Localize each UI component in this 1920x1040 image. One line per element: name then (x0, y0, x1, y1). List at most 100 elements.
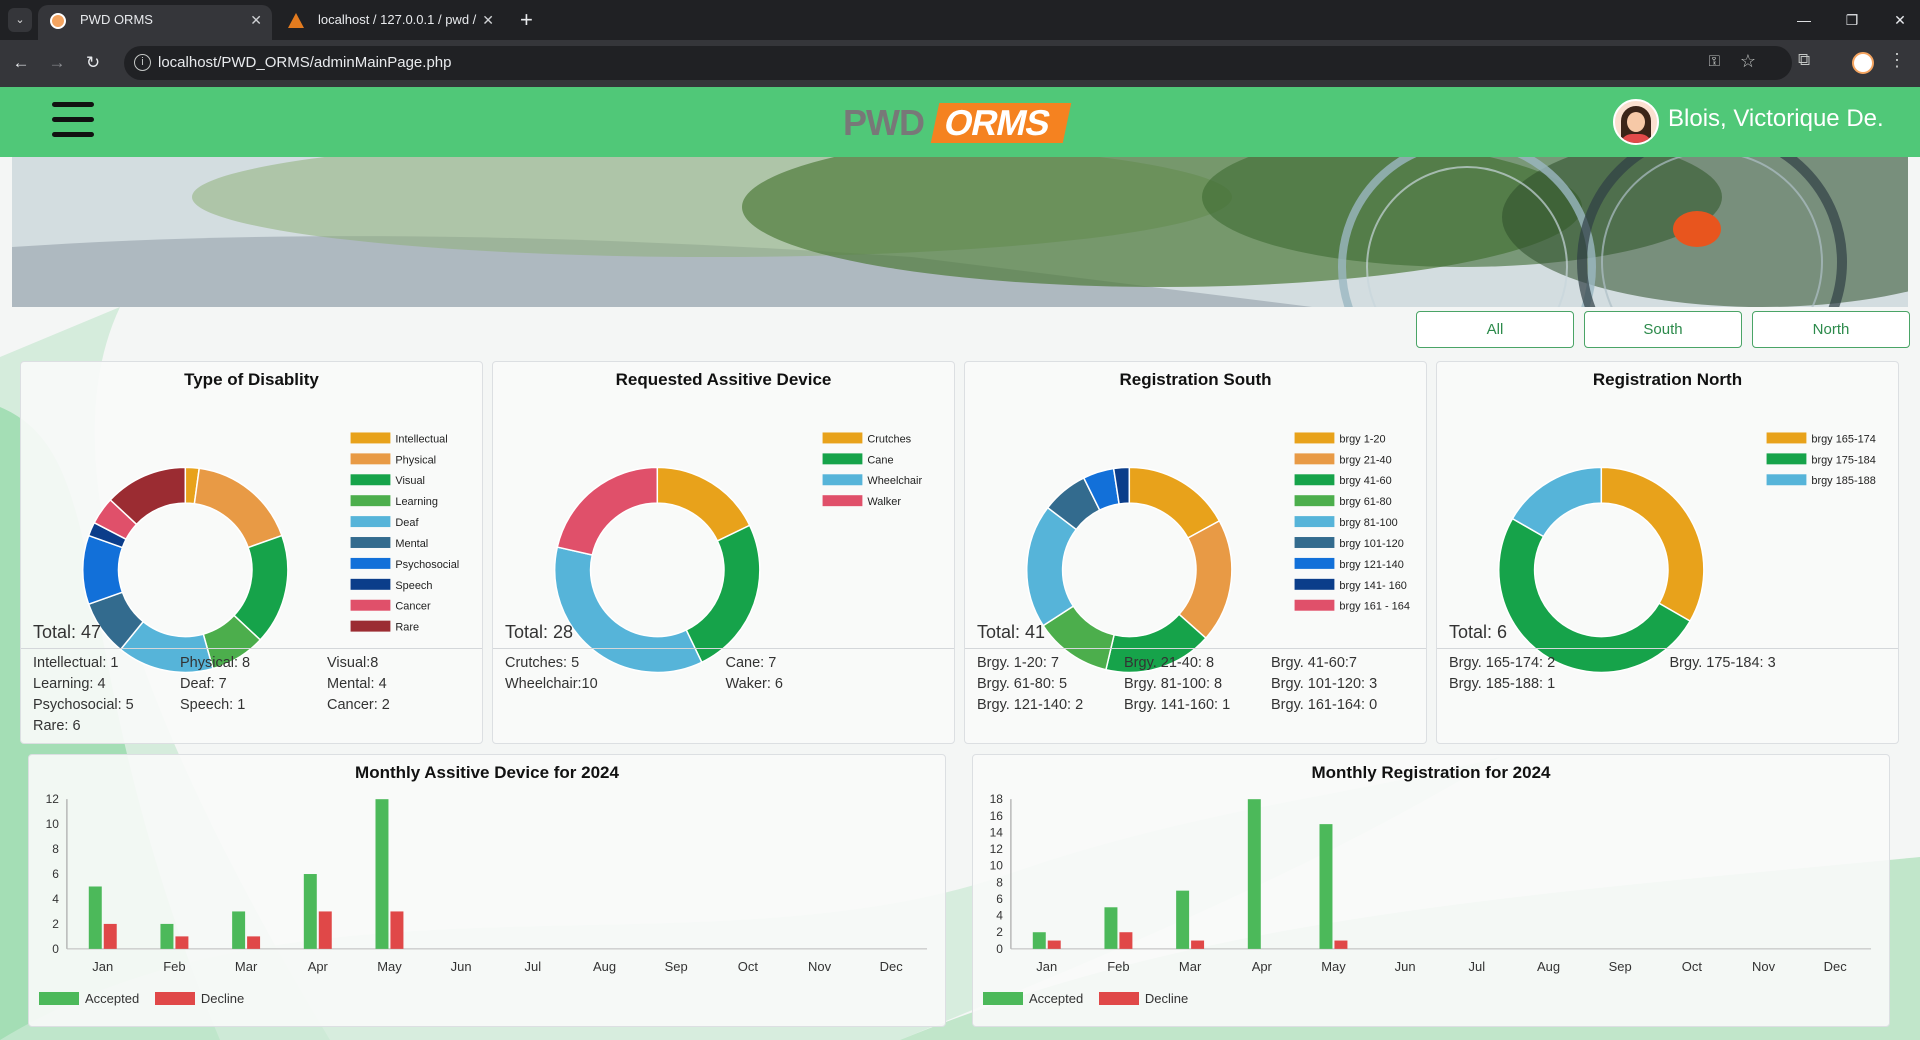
x-tick-label: Dec (1824, 959, 1848, 974)
divider (965, 648, 1426, 649)
restore-icon[interactable]: ❐ (1832, 6, 1872, 34)
browser-chrome: ⌄ PWD ORMS ✕ localhost / 127.0.0.1 / pwd… (0, 0, 1920, 87)
bar-decline[interactable] (318, 911, 332, 949)
x-tick-label: Nov (1752, 959, 1776, 974)
x-tick-label: Dec (880, 959, 904, 974)
close-tab-icon[interactable]: ✕ (482, 5, 494, 35)
tab-search-button[interactable]: ⌄ (8, 8, 32, 32)
filter-south-button[interactable]: South (1584, 311, 1742, 348)
tab-title: localhost / 127.0.0.1 / pwd / us (318, 12, 478, 27)
user-avatar[interactable] (1613, 99, 1659, 145)
more-menu-icon[interactable]: ⋮ (1888, 50, 1906, 71)
bar-accepted[interactable] (1247, 799, 1261, 949)
device-donut-chart: Crutches Cane Wheelchair Walker (553, 432, 922, 674)
stat-item: Brgy. 121-140: 2 (977, 697, 1084, 713)
card-title: Registration North (1592, 370, 1743, 389)
x-tick-label: Jan (1036, 959, 1057, 974)
stat-item: Mental: 4 (327, 676, 387, 692)
browser-toolbar: ← → ↻ i localhost/PWD_ORMS/adminMainPage… (0, 40, 1920, 87)
donut-slice[interactable] (1025, 506, 1078, 627)
hamburger-menu-icon[interactable] (52, 102, 94, 140)
tab-strip: ⌄ PWD ORMS ✕ localhost / 127.0.0.1 / pwd… (0, 0, 1920, 40)
bar-decline[interactable] (247, 936, 261, 949)
y-tick-label: 2 (52, 917, 59, 931)
forward-arrow-icon[interactable]: → (44, 50, 70, 76)
legend-swatch (1294, 557, 1335, 569)
stat-item: Brgy. 81-100: 8 (1124, 676, 1223, 692)
legend-swatch (822, 495, 863, 507)
donut-slice[interactable] (656, 466, 751, 542)
app-logo: PWD ORMS (843, 102, 1072, 143)
user-name[interactable]: Blois, Victorique De. (1668, 105, 1884, 133)
bar-accepted[interactable] (1319, 824, 1333, 949)
bar-accepted[interactable] (1104, 907, 1118, 949)
y-tick-label: 10 (990, 859, 1004, 873)
browser-tab-active[interactable]: PWD ORMS ✕ (38, 5, 272, 40)
url-text[interactable]: localhost/PWD_ORMS/adminMainPage.php (158, 54, 451, 71)
y-tick-label: 8 (52, 842, 59, 856)
back-arrow-icon[interactable]: ← (8, 50, 34, 76)
legend-swatch (822, 474, 863, 486)
legend-label: Intellectual (395, 433, 447, 445)
donut-slice[interactable] (685, 524, 761, 664)
x-tick-label: Jul (525, 959, 542, 974)
legend-label: Speech (395, 580, 432, 592)
donut-slice[interactable] (193, 467, 283, 549)
bar-decline[interactable] (1119, 932, 1133, 949)
card-total: Total: 47 (33, 622, 102, 642)
bar-decline[interactable] (103, 923, 117, 949)
bar-accepted[interactable] (160, 923, 174, 949)
legend-swatch-decline (154, 992, 195, 1005)
legend-label: Decline (1144, 991, 1189, 1006)
bar-accepted[interactable] (1032, 932, 1046, 949)
bar-accepted[interactable] (375, 799, 389, 949)
browser-tab[interactable]: localhost / 127.0.0.1 / pwd / us ✕ (276, 5, 504, 40)
x-tick-label: Sep (1609, 959, 1632, 974)
bar-decline[interactable] (175, 936, 189, 949)
tab-title: PWD ORMS (80, 12, 153, 27)
bar-decline[interactable] (1191, 940, 1205, 949)
bar-accepted[interactable] (88, 886, 102, 949)
bookmark-star-icon[interactable]: ☆ (1740, 51, 1756, 72)
y-tick-label: 12 (46, 792, 60, 806)
legend-swatch (1294, 578, 1335, 590)
donut-slice[interactable] (556, 466, 659, 556)
legend-label: Cane (867, 454, 893, 466)
hero-banner-image (12, 157, 1908, 307)
x-tick-label: Aug (1537, 959, 1560, 974)
reload-icon[interactable]: ↻ (80, 50, 106, 76)
address-bar[interactable]: i localhost/PWD_ORMS/adminMainPage.php ⚿… (124, 46, 1792, 80)
x-tick-label: Feb (163, 959, 185, 974)
donut-slice[interactable] (1600, 466, 1705, 623)
close-tab-icon[interactable]: ✕ (250, 5, 262, 35)
legend-label: brgy 175-184 (1811, 454, 1875, 466)
donut-slice[interactable] (1511, 466, 1603, 538)
password-key-icon[interactable]: ⚿ (1709, 53, 1720, 70)
stat-item: Learning: 4 (33, 676, 106, 692)
close-window-icon[interactable]: ✕ (1880, 6, 1920, 34)
minimize-icon[interactable]: — (1784, 6, 1824, 34)
bar-accepted[interactable] (303, 874, 317, 949)
legend-label: brgy 121-140 (1339, 559, 1403, 571)
bar-decline[interactable] (390, 911, 404, 949)
legend-label: brgy 165-174 (1811, 433, 1875, 445)
x-tick-label: Jan (92, 959, 113, 974)
legend-label: brgy 141- 160 (1339, 580, 1407, 592)
south-card: Registration South brgy 1-20 brgy 21-40 br… (964, 361, 1427, 744)
new-tab-button[interactable]: + (520, 6, 533, 34)
legend-label: Deaf (395, 517, 419, 529)
profile-avatar-icon[interactable] (1852, 52, 1874, 74)
bar-decline[interactable] (1047, 940, 1061, 949)
legend-label: Crutches (867, 433, 911, 445)
legend-swatch-accepted (983, 992, 1023, 1005)
filter-north-button[interactable]: North (1752, 311, 1910, 348)
bar-decline[interactable] (1334, 940, 1348, 949)
extensions-icon[interactable]: ⧉ (1798, 50, 1810, 70)
legend-label: brgy 161 - 164 (1339, 601, 1410, 613)
legend-label: Visual (395, 475, 425, 487)
filter-all-button[interactable]: All (1416, 311, 1574, 348)
site-info-icon[interactable]: i (134, 54, 151, 71)
donut-slice[interactable] (553, 546, 703, 674)
bar-accepted[interactable] (232, 911, 246, 949)
bar-accepted[interactable] (1176, 890, 1190, 949)
